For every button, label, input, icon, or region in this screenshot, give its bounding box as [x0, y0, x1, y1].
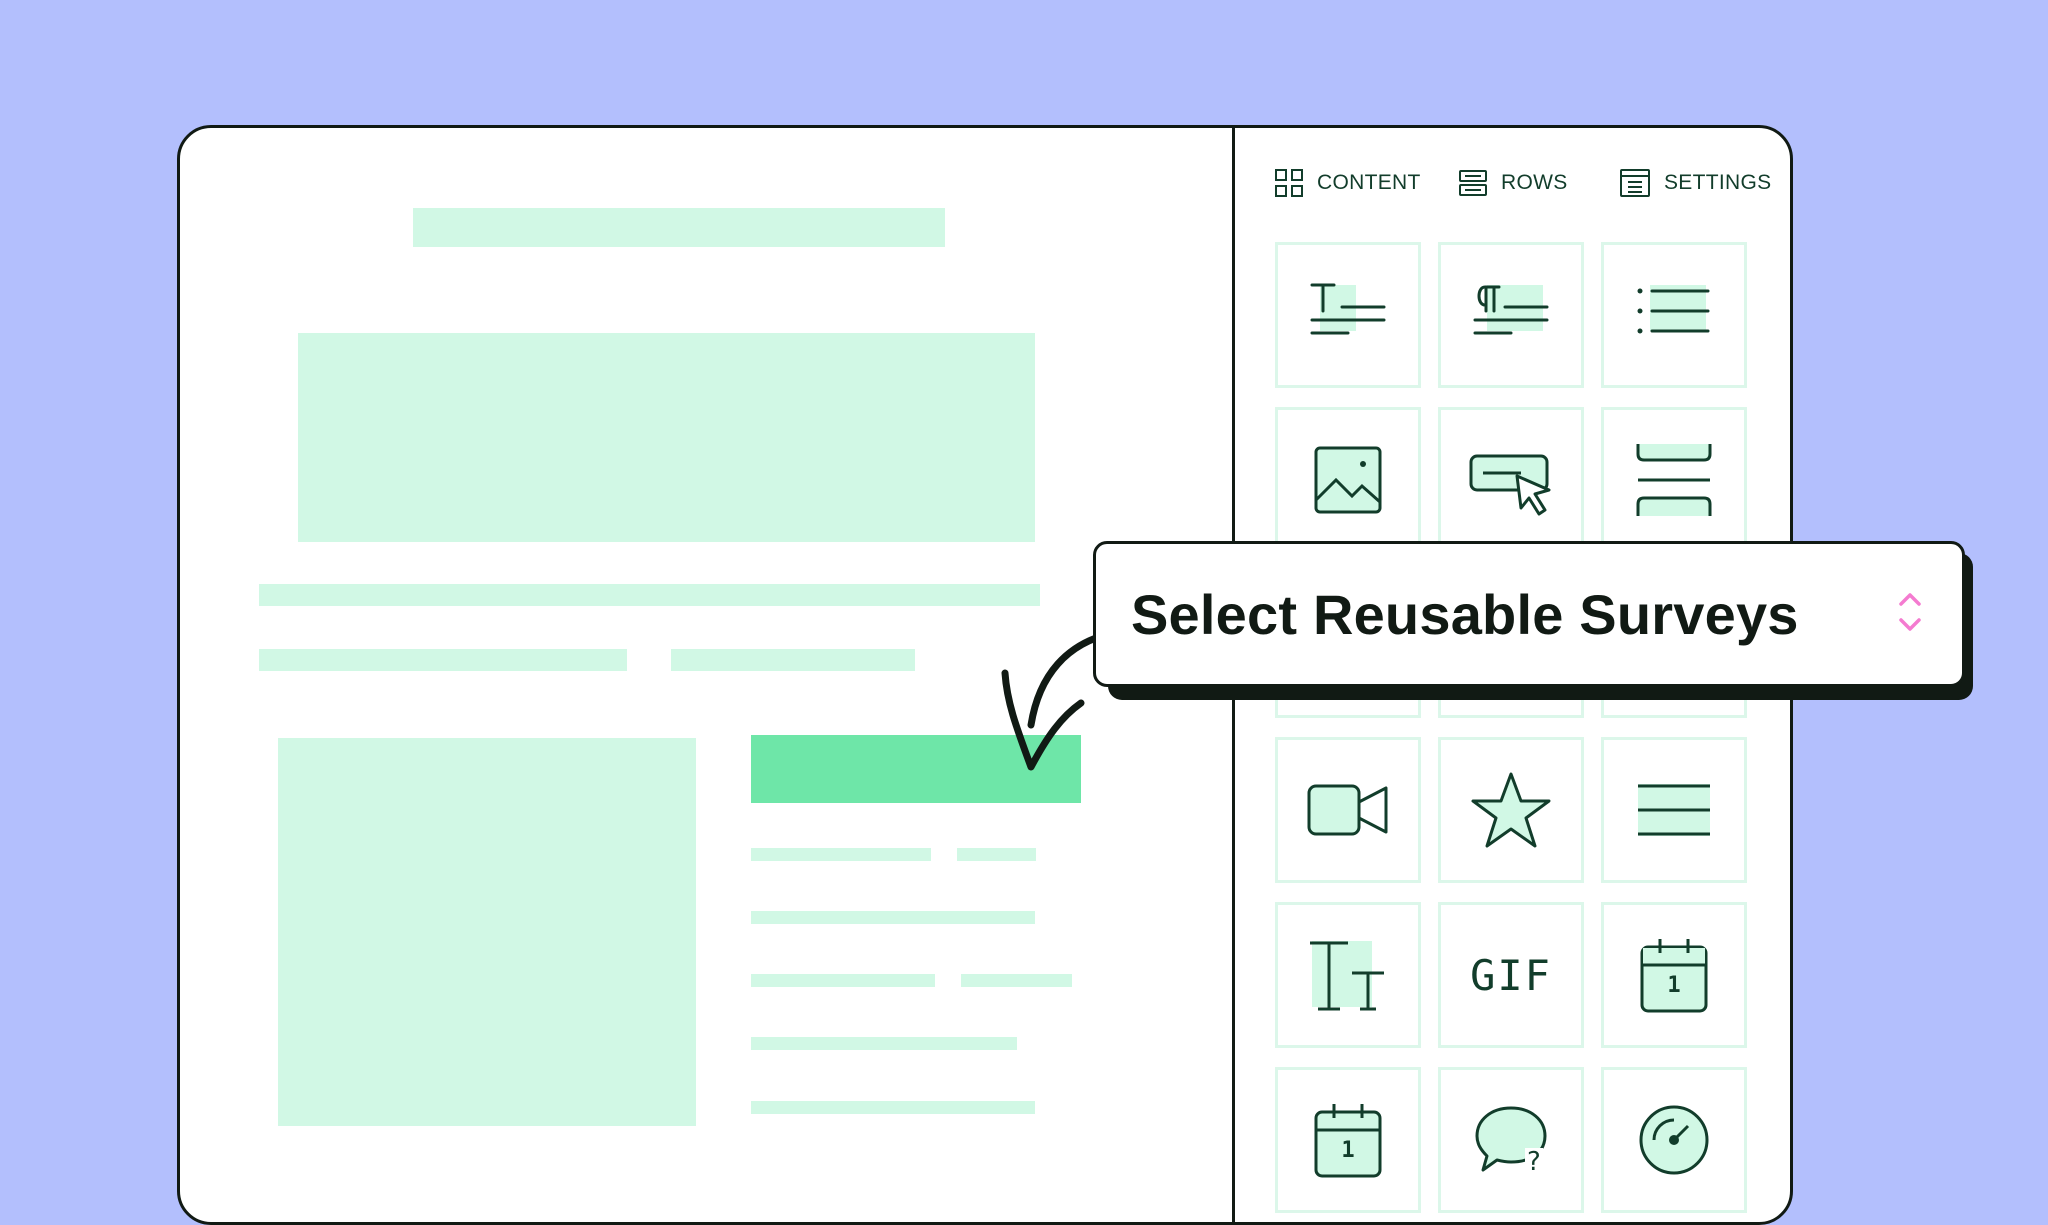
text-line-placeholder [259, 584, 1040, 606]
block-button[interactable] [1438, 407, 1584, 553]
button-icon [1469, 440, 1553, 520]
calendar-icon: 1 [1308, 1100, 1388, 1180]
rows-icon [1459, 169, 1487, 197]
block-gif[interactable]: GIF [1438, 902, 1584, 1048]
paragraph-icon [1471, 275, 1551, 355]
text-line-placeholder [751, 1101, 1035, 1114]
block-text-size[interactable] [1275, 902, 1421, 1048]
panel-tabs: CONTENT ROWS SETTINGS [1275, 155, 1790, 215]
settings-icon [1620, 169, 1650, 197]
image-icon [1308, 440, 1388, 520]
calendar-day-label: 1 [1667, 973, 1681, 998]
heading-icon [1308, 275, 1388, 355]
gauge-icon [1634, 1100, 1714, 1180]
question-mark: ? [1525, 1147, 1543, 1177]
block-list[interactable] [1601, 242, 1747, 388]
title-placeholder [413, 208, 945, 247]
tab-content[interactable]: CONTENT [1275, 155, 1421, 211]
chevron-up-down-icon [1898, 590, 1922, 639]
divider-lines-icon [1634, 770, 1714, 850]
block-rating[interactable] [1438, 737, 1584, 883]
block-divider[interactable] [1601, 737, 1747, 883]
block-paragraph[interactable] [1438, 242, 1584, 388]
video-icon [1306, 770, 1390, 850]
gif-icon: GIF [1470, 950, 1552, 1000]
block-heading[interactable] [1275, 242, 1421, 388]
block-gauge[interactable] [1601, 1067, 1747, 1213]
block-calendar[interactable]: 1 [1601, 902, 1747, 1048]
spacer-icon [1634, 440, 1714, 520]
tab-rows[interactable]: ROWS [1459, 155, 1568, 211]
block-date[interactable]: 1 [1275, 1067, 1421, 1213]
dropdown-selected-label: Select Reusable Surveys [1131, 582, 1799, 646]
text-line-placeholder [751, 1037, 1017, 1050]
image-placeholder [278, 738, 696, 1126]
star-icon [1469, 770, 1553, 850]
text-size-icon [1308, 935, 1388, 1015]
text-line-placeholder [751, 848, 931, 861]
tab-rows-label: ROWS [1501, 171, 1568, 194]
block-image[interactable] [1275, 407, 1421, 553]
block-spacer[interactable] [1601, 407, 1747, 553]
chat-question-icon: ? [1471, 1100, 1551, 1180]
hero-image-placeholder [298, 333, 1035, 542]
text-line-placeholder [751, 911, 1035, 924]
text-line-placeholder [957, 848, 1036, 861]
calendar-icon: 1 [1634, 935, 1714, 1015]
reusable-surveys-dropdown[interactable]: Select Reusable Surveys [1093, 541, 1965, 687]
text-line-placeholder [961, 974, 1072, 987]
tab-settings-label: SETTINGS [1664, 171, 1772, 194]
list-icon [1634, 275, 1714, 355]
block-video[interactable] [1275, 737, 1421, 883]
text-line-placeholder [259, 649, 627, 671]
tab-content-label: CONTENT [1317, 171, 1421, 194]
tab-settings[interactable]: SETTINGS [1620, 155, 1771, 211]
text-line-placeholder [671, 649, 915, 671]
calendar-day-label: 1 [1341, 1138, 1355, 1163]
text-line-placeholder [751, 974, 935, 987]
block-survey[interactable]: ? [1438, 1067, 1584, 1213]
grid-icon [1275, 169, 1303, 197]
